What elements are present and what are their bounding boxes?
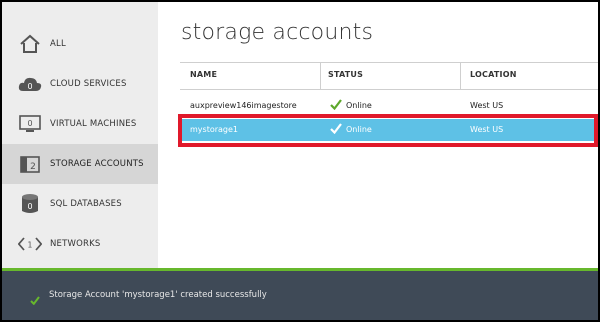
monitor-icon: 0: [18, 112, 42, 136]
home-icon: [18, 32, 42, 56]
location-text: West US: [470, 101, 504, 110]
column-header-name[interactable]: NAME: [190, 70, 217, 79]
cloud-icon: 0: [18, 72, 42, 96]
svg-text:0: 0: [27, 82, 32, 91]
notification-bar: Storage Account 'mystorage1' created suc…: [2, 268, 598, 320]
database-icon: 0: [18, 192, 42, 216]
sidebar-item-label: STORAGE ACCOUNTS: [50, 159, 144, 169]
sidebar-item-label: ALL: [50, 39, 66, 49]
sidebar-item-all[interactable]: ALL: [2, 24, 158, 64]
sidebar-item-label: NETWORKS: [50, 239, 101, 249]
status-text: Online: [346, 101, 372, 110]
sidebar-item-cloud-services[interactable]: 0 CLOUD SERVICES: [2, 64, 158, 104]
portal-window: ALL 0 CLOUD SERVICES 0 VIRTUAL MACHINES: [2, 2, 598, 320]
column-header-location[interactable]: LOCATION: [470, 70, 517, 79]
highlight-outline: [178, 114, 598, 147]
page-title: storage accounts: [181, 20, 374, 45]
column-divider: [460, 63, 461, 89]
sidebar-item-label: VIRTUAL MACHINES: [50, 119, 137, 129]
sidebar-item-label: SQL DATABASES: [50, 199, 122, 209]
notification-message: Storage Account 'mystorage1' created suc…: [49, 290, 267, 300]
svg-text:0: 0: [27, 202, 32, 211]
svg-text:0: 0: [27, 119, 32, 128]
svg-text:1: 1: [28, 240, 33, 249]
sidebar-item-storage-accounts[interactable]: 2 STORAGE ACCOUNTS: [2, 144, 158, 184]
svg-text:2: 2: [30, 162, 36, 172]
network-icon: 1: [18, 232, 42, 256]
check-icon: [330, 99, 342, 112]
sidebar-item-sql-databases[interactable]: 0 SQL DATABASES: [2, 184, 158, 224]
check-icon: [30, 290, 40, 309]
column-header-status[interactable]: STATUS: [328, 70, 363, 79]
storage-icon: 2: [18, 152, 42, 176]
sidebar-item-virtual-machines[interactable]: 0 VIRTUAL MACHINES: [2, 104, 158, 144]
sidebar-item-label: CLOUD SERVICES: [50, 79, 127, 89]
sidebar: ALL 0 CLOUD SERVICES 0 VIRTUAL MACHINES: [2, 2, 158, 270]
main-content: storage accounts NAME STATUS LOCATION au…: [158, 2, 598, 270]
column-divider: [320, 63, 321, 89]
storage-account-name: auxpreview146imagestore: [190, 101, 297, 110]
sidebar-item-networks[interactable]: 1 NETWORKS: [2, 224, 158, 264]
table-header: NAME STATUS LOCATION: [180, 62, 598, 90]
